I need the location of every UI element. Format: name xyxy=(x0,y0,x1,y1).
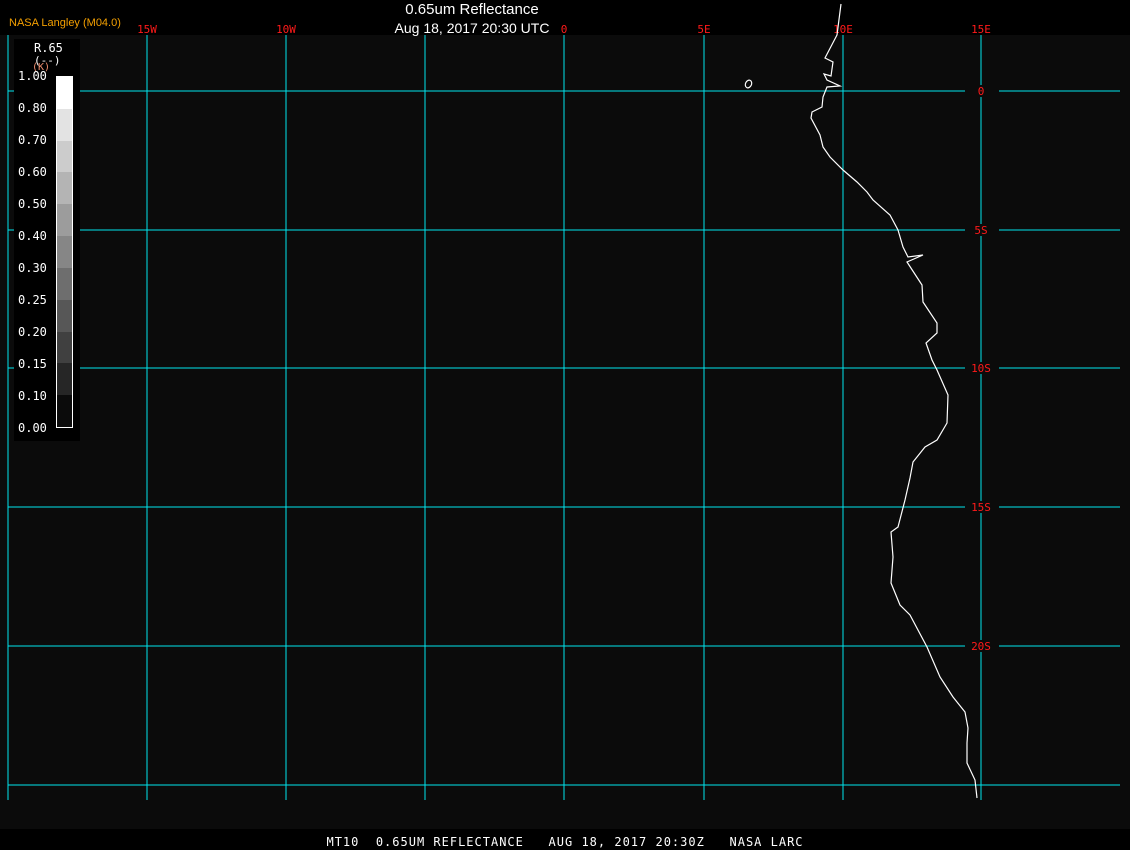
legend-swatch xyxy=(57,204,72,237)
color-legend: R.65 (--) (K) 1.00 0.80 0.70 0.60 0.50 0.40 0.… xyxy=(14,39,80,441)
legend-swatch xyxy=(57,236,72,268)
legend-swatch xyxy=(57,108,72,141)
legend-swatch xyxy=(57,299,72,332)
map-canvas: 15W 10W 0 5E 10E 15E05S10S15S20S xyxy=(7,3,1120,800)
coastline xyxy=(810,3,978,799)
legend-swatch xyxy=(57,331,72,364)
longitude-label: 15E xyxy=(971,23,991,36)
legend-color-bar xyxy=(56,76,73,428)
legend-swatch xyxy=(57,395,72,427)
legend-tick-label: 1.00 xyxy=(18,69,47,83)
legend-tick-label: 0.10 xyxy=(18,389,47,403)
latitude-label: 20S xyxy=(971,640,991,653)
legend-tick-label: 0.50 xyxy=(18,197,47,211)
legend-tick-label: 0.00 xyxy=(18,421,47,435)
legend-swatch xyxy=(57,363,72,396)
legend-tick-label: 0.80 xyxy=(18,101,47,115)
legend-tick-label: 0.40 xyxy=(18,229,47,243)
legend-variable: R.65 xyxy=(34,41,63,55)
legend-tick-label: 0.20 xyxy=(18,325,47,339)
latitude-label: 15S xyxy=(971,501,991,514)
legend-tick-label: 0.30 xyxy=(18,261,47,275)
latitude-label: 5S xyxy=(974,224,987,237)
legend-swatch xyxy=(57,267,72,300)
legend-tick-label: 0.15 xyxy=(18,357,47,371)
map-timestamp: Aug 18, 2017 20:30 UTC xyxy=(394,20,550,36)
legend-swatch xyxy=(57,77,72,109)
legend-swatch xyxy=(57,140,72,173)
legend-tick-label: 0.70 xyxy=(18,133,47,147)
legend-tick-label: 0.25 xyxy=(18,293,47,307)
legend-tick-label: 0.60 xyxy=(18,165,47,179)
latitude-label: 0 xyxy=(978,85,985,98)
legend-swatch xyxy=(57,172,72,205)
map-title: 0.65um Reflectance xyxy=(405,1,539,18)
island-outline xyxy=(744,79,753,89)
footer-caption: MT10 0.65UM REFLECTANCE AUG 18, 2017 20:… xyxy=(326,835,804,849)
latitude-label: 10S xyxy=(971,362,991,375)
